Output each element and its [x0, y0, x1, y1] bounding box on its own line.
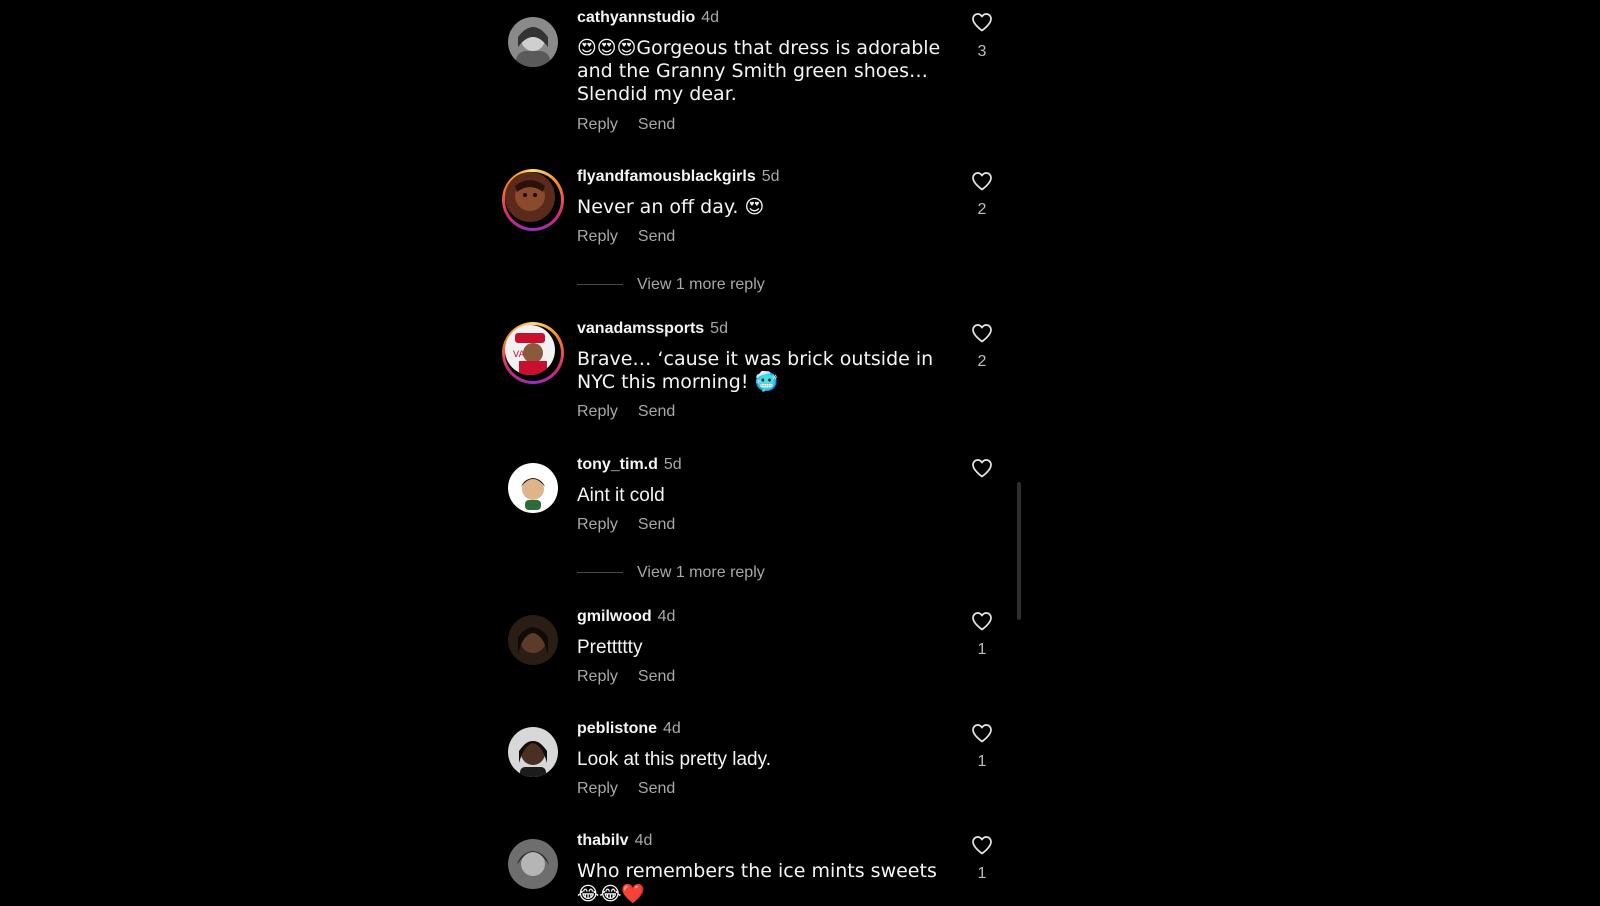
comment-text: Prettttty — [577, 637, 643, 658]
send-button[interactable]: Send — [638, 780, 675, 797]
comment-actions: Reply Send — [577, 402, 675, 422]
heart-outline-icon[interactable] — [970, 456, 994, 480]
comment-text: Who remembers the ice mints sweets 😂😂❤️ — [577, 860, 937, 905]
avatar-image: VA — [505, 325, 555, 375]
reply-button[interactable]: Reply — [577, 116, 618, 133]
comment-text: 😍😍😍Gorgeous that dress is adorable and t… — [577, 37, 941, 105]
comment-actions: Reply Send — [577, 515, 675, 535]
timestamp: 4d — [657, 608, 676, 625]
comment-actions: Reply Send — [577, 227, 675, 247]
username[interactable]: cathyannstudio — [577, 9, 695, 26]
avatar-story-ring[interactable] — [502, 169, 564, 231]
comment-header: peblistone 4d — [577, 719, 681, 739]
avatar[interactable] — [508, 839, 558, 889]
like-count: 1 — [977, 753, 987, 770]
reply-button[interactable]: Reply — [577, 668, 618, 685]
like-count: 2 — [977, 353, 987, 370]
avatar[interactable] — [508, 727, 558, 777]
avatar-image — [508, 17, 558, 67]
send-button[interactable]: Send — [638, 403, 675, 420]
send-button[interactable]: Send — [638, 228, 675, 245]
comment-text: Aint it cold — [577, 485, 665, 506]
username[interactable]: tony_tim.d — [577, 456, 658, 473]
avatar[interactable] — [508, 463, 558, 513]
heart-outline-icon[interactable] — [970, 321, 994, 345]
comment-actions: Reply Send — [577, 667, 675, 687]
view-more-replies-label: View 1 more reply — [637, 564, 765, 581]
avatar-image — [508, 615, 558, 665]
username[interactable]: thabilv — [577, 832, 629, 849]
comment-actions: Reply Send — [577, 115, 675, 135]
reply-button[interactable]: Reply — [577, 780, 618, 797]
comment-header: vanadamssports 5d — [577, 319, 728, 339]
comment-text: Look at this pretty lady. — [577, 749, 771, 770]
heart-outline-icon[interactable] — [970, 169, 994, 193]
like-count: 1 — [977, 641, 987, 658]
username[interactable]: peblistone — [577, 720, 657, 737]
comment-header: flyandfamousblackgirls 5d — [577, 167, 780, 187]
scrollbar[interactable] — [1017, 482, 1021, 620]
avatar[interactable] — [508, 17, 558, 67]
avatar-image — [508, 463, 558, 513]
comment-header: tony_tim.d 5d — [577, 455, 682, 475]
timestamp: 4d — [634, 832, 653, 849]
divider — [577, 572, 623, 574]
avatar-story-ring[interactable]: VA — [502, 322, 564, 384]
timestamp: 5d — [663, 456, 682, 473]
comment-header: gmilwood 4d — [577, 607, 675, 627]
timestamp: 5d — [710, 320, 728, 337]
comment-text: Never an off day. 😍 — [577, 196, 765, 218]
avatar[interactable] — [508, 615, 558, 665]
send-button[interactable]: Send — [638, 668, 675, 685]
view-more-replies-button[interactable]: View 1 more reply — [577, 563, 765, 583]
comment-header: cathyannstudio 4d — [577, 8, 719, 28]
reply-button[interactable]: Reply — [577, 228, 618, 245]
timestamp: 4d — [701, 9, 720, 26]
like-count: 2 — [977, 201, 987, 218]
avatar-image — [505, 172, 555, 222]
avatar — [505, 172, 555, 222]
avatar-image — [508, 727, 558, 777]
username[interactable]: vanadamssports — [577, 320, 704, 337]
heart-outline-icon[interactable] — [970, 833, 994, 857]
divider — [577, 284, 623, 286]
comment-text: Brave… ‘cause it was brick outside in NY… — [577, 348, 934, 393]
heart-outline-icon[interactable] — [970, 10, 994, 34]
timestamp: 5d — [761, 168, 780, 185]
heart-outline-icon[interactable] — [970, 721, 994, 745]
send-button[interactable]: Send — [638, 116, 675, 133]
svg-text:VA: VA — [513, 350, 526, 360]
send-button[interactable]: Send — [638, 516, 675, 533]
like-count: 3 — [977, 43, 987, 60]
username[interactable]: gmilwood — [577, 608, 652, 625]
heart-outline-icon[interactable] — [970, 609, 994, 633]
view-more-replies-label: View 1 more reply — [637, 276, 765, 293]
reply-button[interactable]: Reply — [577, 516, 618, 533]
username[interactable]: flyandfamousblackgirls — [577, 168, 756, 185]
timestamp: 4d — [663, 720, 681, 737]
comment-actions: Reply Send — [577, 779, 675, 799]
avatar-image — [508, 839, 558, 889]
view-more-replies-button[interactable]: View 1 more reply — [577, 275, 765, 295]
avatar: VA — [505, 325, 555, 375]
reply-button[interactable]: Reply — [577, 403, 618, 420]
like-count: 1 — [977, 865, 987, 882]
comment-header: thabilv 4d — [577, 831, 652, 851]
